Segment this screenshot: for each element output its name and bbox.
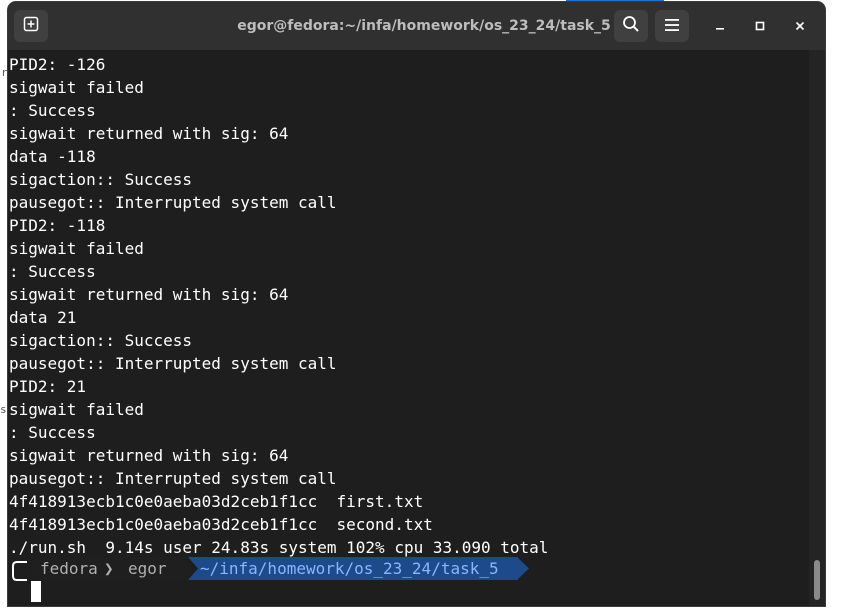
terminal-output-line: sigaction:: Success	[9, 331, 193, 350]
scrollbar-thumb[interactable]	[814, 560, 820, 600]
terminal-output-line: : Success	[9, 423, 96, 442]
prompt-path-arrow	[517, 557, 531, 584]
terminal-output-line: pausegot:: Interrupted system call	[9, 469, 337, 488]
new-tab-icon	[23, 16, 39, 36]
terminal-output-line: sigwait returned with sig: 64	[9, 446, 289, 465]
terminal-output-line: 4f418913ecb1c0e0aeba03d2ceb1f1cc second.…	[9, 515, 433, 534]
terminal-output-line: PID2: 21	[9, 377, 87, 396]
terminal-output-line: ./run.sh 9.14s user 24.83s system 102% c…	[9, 538, 549, 557]
text-cursor	[31, 581, 41, 602]
prompt-host: fedora	[40, 559, 98, 578]
minimize-icon	[714, 17, 726, 36]
background-text-fragment: s	[0, 403, 7, 416]
terminal-output-line: 4f418913ecb1c0e0aeba03d2ceb1f1cc first.t…	[9, 492, 424, 511]
close-button[interactable]	[788, 14, 812, 38]
terminal-output-line: data 21	[9, 308, 77, 327]
terminal-output[interactable]: PID2: -126 sigwait failed : Success sigwait…	[8, 50, 808, 606]
search-icon	[622, 15, 640, 37]
prompt-user: egor	[128, 559, 167, 578]
terminal-output-line: pausegot:: Interrupted system call	[9, 354, 337, 373]
terminal-output-line: sigwait failed	[9, 239, 144, 258]
terminal-output-line: : Success	[9, 101, 96, 120]
minimize-button[interactable]	[708, 14, 732, 38]
search-button[interactable]	[614, 10, 648, 42]
terminal-output-line: sigaction:: Success	[9, 170, 193, 189]
terminal-output-line: PID2: -118	[9, 216, 106, 235]
terminal-output-line: : Success	[9, 262, 96, 281]
prompt-separator: ❯	[104, 559, 114, 578]
close-icon	[794, 17, 806, 36]
terminal-output-line: pausegot:: Interrupted system call	[9, 193, 337, 212]
terminal-output-line: sigwait failed	[9, 78, 144, 97]
background-text-fragment: r	[1, 66, 8, 79]
prompt-path: ~/infa/homework/os_23_24/task_5	[198, 557, 518, 580]
titlebar[interactable]: egor@fedora:~/infa/homework/os_23_24/tas…	[8, 2, 825, 50]
window-title: egor@fedora:~/infa/homework/os_23_24/tas…	[237, 18, 611, 34]
shell-prompt: fedora ❯ egor ~/infa/homework/os_23_24/t…	[8, 557, 808, 581]
terminal-window: egor@fedora:~/infa/homework/os_23_24/tas…	[8, 2, 825, 606]
maximize-icon	[754, 17, 766, 36]
hamburger-menu-icon	[664, 17, 680, 36]
terminal-output-line: sigwait failed	[9, 400, 144, 419]
new-tab-button[interactable]	[14, 10, 48, 42]
terminal-output-line: data -118	[9, 147, 96, 166]
terminal-scrollbar[interactable]	[809, 50, 825, 606]
terminal-prompt-icon	[11, 560, 33, 586]
menu-button[interactable]	[655, 10, 689, 42]
terminal-output-line: sigwait returned with sig: 64	[9, 124, 289, 143]
maximize-button[interactable]	[748, 14, 772, 38]
terminal-output-line: PID2: -126	[9, 55, 106, 74]
terminal-output-line: sigwait returned with sig: 64	[9, 285, 289, 304]
